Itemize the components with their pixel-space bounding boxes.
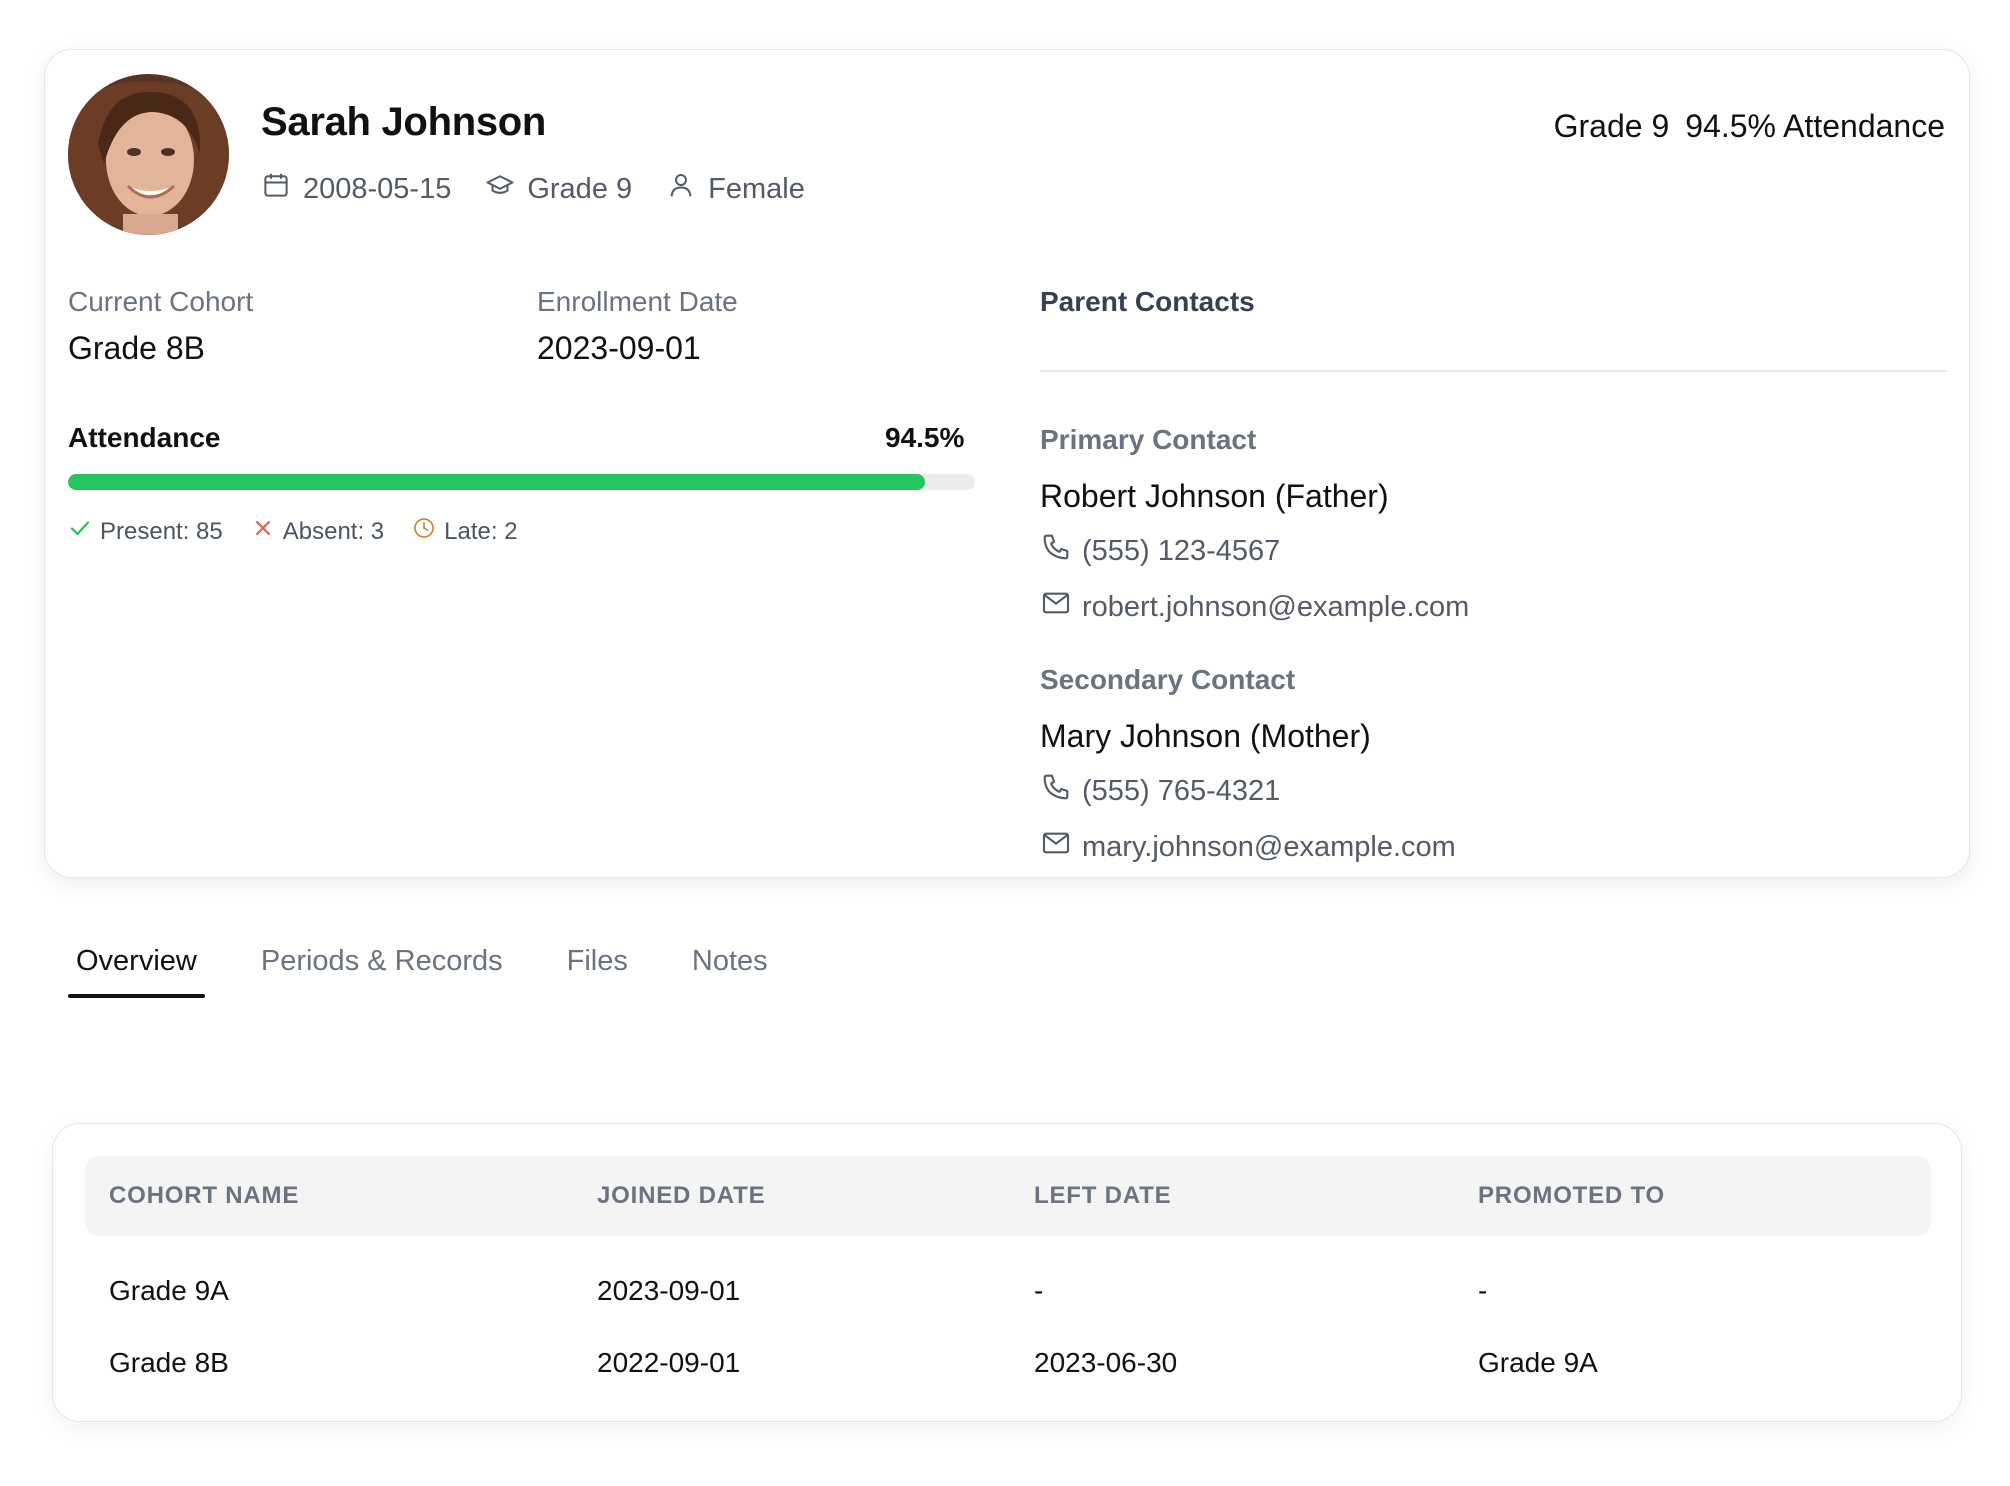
attendance-stats: Present: 85 Absent: 3 Late: 2 [68, 516, 518, 547]
student-name: Sarah Johnson [261, 100, 547, 144]
attendance-percent: 94.5% [885, 422, 965, 453]
enrollment-date-label: Enrollment Date [537, 286, 738, 317]
grade-text: Grade 9 [527, 172, 633, 205]
cohort-name-cell: Grade 9A [109, 1275, 229, 1306]
column-header-joined-date: JOINED DATE [597, 1182, 766, 1209]
check-icon [68, 516, 92, 547]
cohort-name-cell: Grade 8B [109, 1347, 229, 1378]
primary-phone-text: (555) 123-4567 [1082, 534, 1281, 567]
primary-email-text: robert.johnson@example.com [1082, 590, 1470, 623]
present-count: Present: 85 [100, 517, 223, 545]
absent-count: Absent: 3 [282, 517, 385, 545]
tab-periods-records[interactable]: Periods & Records [253, 945, 511, 998]
primary-contact-email[interactable]: robert.johnson@example.com [1040, 587, 1469, 627]
divider [1040, 370, 1947, 372]
primary-contact-phone[interactable]: (555) 123-4567 [1040, 531, 1469, 571]
clock-icon [412, 516, 436, 547]
secondary-phone-text: (555) 765-4321 [1082, 774, 1281, 807]
left-date-cell: 2023-06-30 [1034, 1347, 1178, 1378]
late-stat: Late: 2 [412, 516, 518, 547]
current-cohort-label: Current Cohort [68, 286, 254, 317]
attendance-title: Attendance [68, 422, 221, 453]
promoted-to-cell: - [1478, 1275, 1488, 1306]
student-profile-card: Sarah Johnson 2008-05-15 Grade 9 Female … [44, 49, 1970, 878]
primary-contact-name: Robert Johnson (Father) [1040, 478, 1389, 514]
secondary-contact-role: Secondary Contact [1040, 664, 1296, 695]
left-date-cell: - [1034, 1275, 1044, 1306]
graduation-cap-icon [485, 170, 515, 208]
summary-attendance: 94.5% Attendance [1685, 108, 1945, 144]
current-cohort-value: Grade 8B [68, 330, 205, 366]
student-meta: 2008-05-15 Grade 9 Female [261, 170, 805, 208]
primary-contact: Primary Contact Robert Johnson (Father) … [1040, 424, 1469, 627]
present-stat: Present: 85 [68, 516, 223, 547]
user-icon [666, 170, 696, 208]
table-row: Grade 9A 2023-09-01 - - [85, 1255, 1931, 1327]
column-header-cohort-name: COHORT NAME [109, 1182, 300, 1209]
x-icon [251, 516, 275, 547]
secondary-contact-name: Mary Johnson (Mother) [1040, 718, 1371, 754]
student-avatar [68, 74, 229, 235]
secondary-contact: Secondary Contact Mary Johnson (Mother) … [1040, 664, 1456, 867]
profile-tabs: Overview Periods & Records Files Notes [68, 945, 824, 998]
joined-date-cell: 2023-09-01 [597, 1275, 741, 1306]
late-count: Late: 2 [444, 517, 518, 545]
column-header-promoted-to: PROMOTED TO [1478, 1182, 1666, 1209]
mail-icon [1040, 587, 1072, 627]
secondary-contact-phone[interactable]: (555) 765-4321 [1040, 771, 1456, 811]
tab-overview[interactable]: Overview [68, 945, 205, 998]
mail-icon [1040, 827, 1072, 867]
grade: Grade 9 [485, 170, 632, 208]
phone-icon [1040, 771, 1072, 811]
table-header: COHORT NAME JOINED DATE LEFT DATE PROMOT… [85, 1156, 1931, 1236]
summary-grade: Grade 9 [1553, 108, 1670, 144]
attendance-progress-bar [68, 474, 975, 490]
phone-icon [1040, 531, 1072, 571]
table-row: Grade 8B 2022-09-01 2023-06-30 Grade 9A [85, 1327, 1931, 1399]
secondary-contact-email[interactable]: mary.johnson@example.com [1040, 827, 1456, 867]
column-header-left-date: LEFT DATE [1034, 1182, 1172, 1209]
tab-notes[interactable]: Notes [684, 945, 776, 998]
joined-date-cell: 2022-09-01 [597, 1347, 741, 1378]
attendance-progress-fill [68, 474, 926, 490]
primary-contact-role: Primary Contact [1040, 424, 1257, 455]
gender: Female [666, 170, 805, 208]
birth-date: 2008-05-15 [261, 170, 451, 208]
cohort-history-table: COHORT NAME JOINED DATE LEFT DATE PROMOT… [52, 1123, 1962, 1422]
birth-date-text: 2008-05-15 [303, 172, 452, 205]
gender-text: Female [708, 172, 805, 205]
secondary-email-text: mary.johnson@example.com [1082, 830, 1456, 863]
calendar-icon [261, 170, 291, 208]
promoted-to-cell: Grade 9A [1478, 1347, 1598, 1378]
header-summary: Grade 9 94.5% Attendance [1554, 108, 1945, 145]
tab-files[interactable]: Files [559, 945, 636, 998]
absent-stat: Absent: 3 [251, 516, 384, 547]
parent-contacts-heading: Parent Contacts [1040, 286, 1255, 317]
enrollment-date-value: 2023-09-01 [537, 330, 701, 366]
